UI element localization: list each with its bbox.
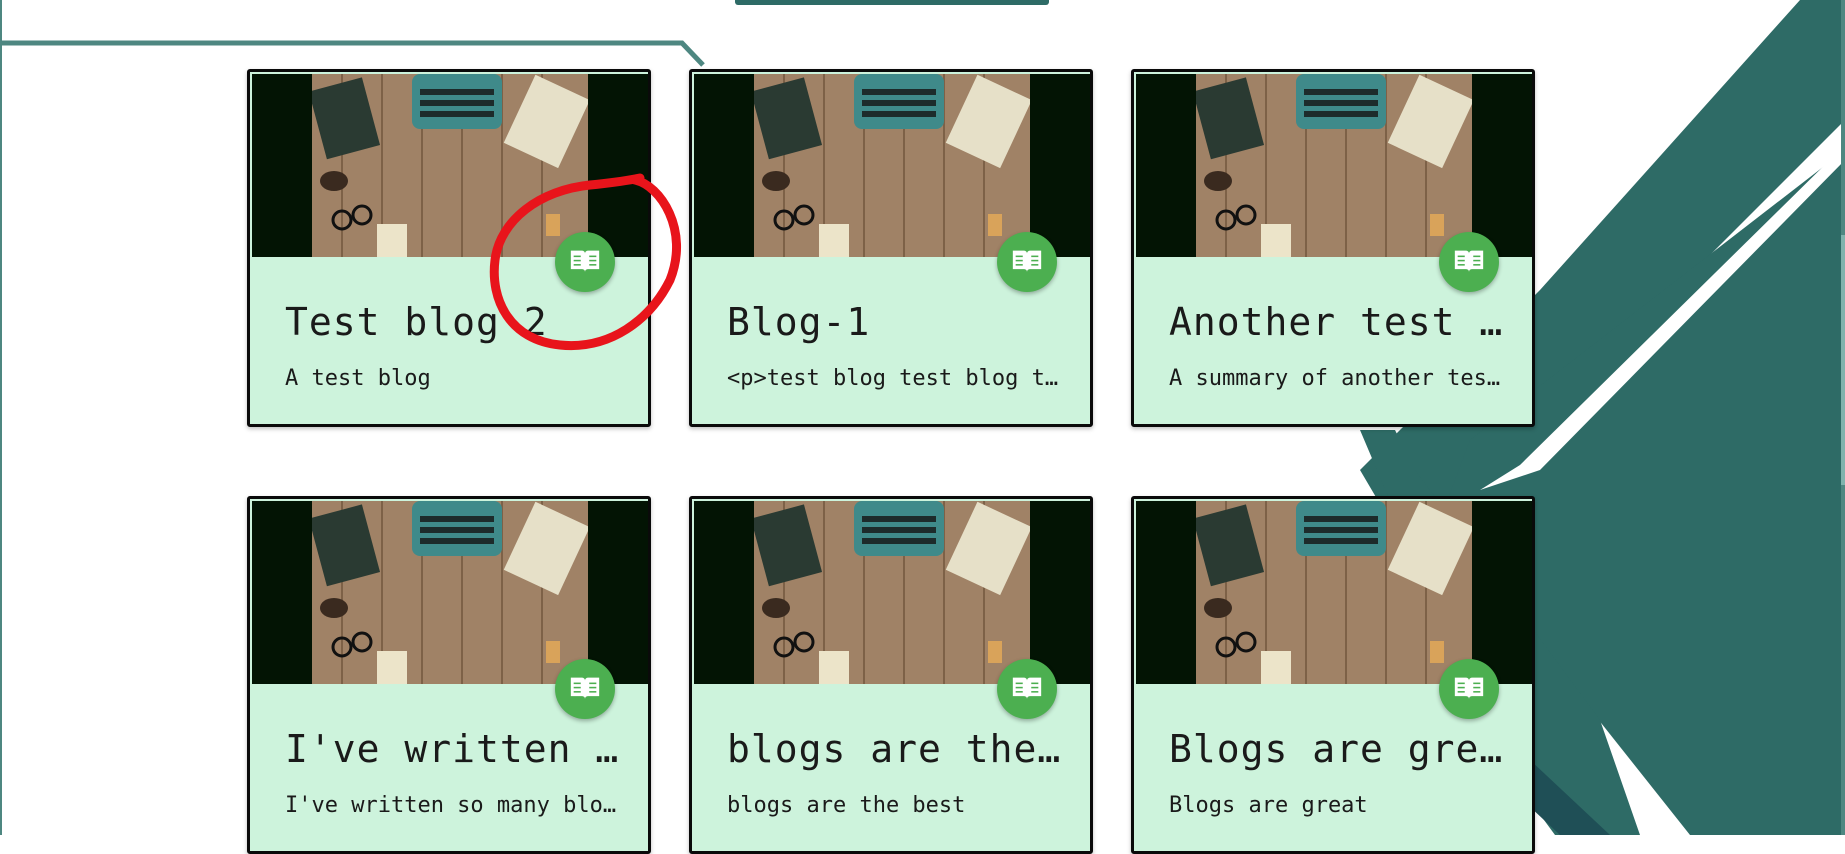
blog-summary: Blogs are great (1169, 793, 1368, 818)
read-blog-button[interactable] (555, 659, 615, 719)
blog-cover-image (252, 74, 648, 257)
open-book-icon (1454, 250, 1484, 272)
blog-cover-image (694, 501, 1090, 684)
blog-card[interactable]: Another test blog A summary of another t… (1131, 69, 1535, 427)
read-blog-button[interactable] (555, 232, 615, 292)
blog-summary: <p>test blog test blog test blog</p> (727, 366, 1063, 391)
blog-card[interactable]: Blog-1 <p>test blog test blog test blog<… (689, 69, 1093, 427)
blog-card[interactable]: blogs are the best blogs are the best (689, 496, 1093, 854)
scrollbar-thumb[interactable] (1841, 235, 1845, 485)
blog-title[interactable]: blogs are the best (727, 727, 1063, 771)
open-book-icon (570, 677, 600, 699)
blog-cover-image (1136, 74, 1532, 257)
blog-title[interactable]: Blogs are great (1169, 727, 1505, 771)
open-book-icon (1454, 677, 1484, 699)
blog-card[interactable]: Blogs are great Blogs are great (1131, 496, 1535, 854)
open-book-icon (1012, 677, 1042, 699)
blog-summary: A test blog (285, 366, 431, 391)
blog-cover-image (694, 74, 1090, 257)
blog-title[interactable]: Test blog 2 (285, 300, 621, 344)
blog-cover-image (1136, 501, 1532, 684)
open-book-icon (570, 250, 600, 272)
blog-summary: A summary of another test blog (1169, 366, 1505, 391)
read-blog-button[interactable] (1439, 659, 1499, 719)
blog-grid: Test blog 2 A test blog Blog-1 <p>test b… (0, 0, 1845, 854)
blog-card[interactable]: I've written so many blogs I've written … (247, 496, 651, 854)
blog-title[interactable]: Blog-1 (727, 300, 1063, 344)
read-blog-button[interactable] (997, 659, 1057, 719)
blog-title[interactable]: I've written so many blogs (285, 727, 621, 771)
blog-card[interactable]: Test blog 2 A test blog (247, 69, 651, 427)
blog-summary: I've written so many blogs (285, 793, 621, 818)
blog-cover-image (252, 501, 648, 684)
read-blog-button[interactable] (1439, 232, 1499, 292)
open-book-icon (1012, 250, 1042, 272)
blog-summary: blogs are the best (727, 793, 966, 818)
blog-title[interactable]: Another test blog (1169, 300, 1505, 344)
read-blog-button[interactable] (997, 232, 1057, 292)
